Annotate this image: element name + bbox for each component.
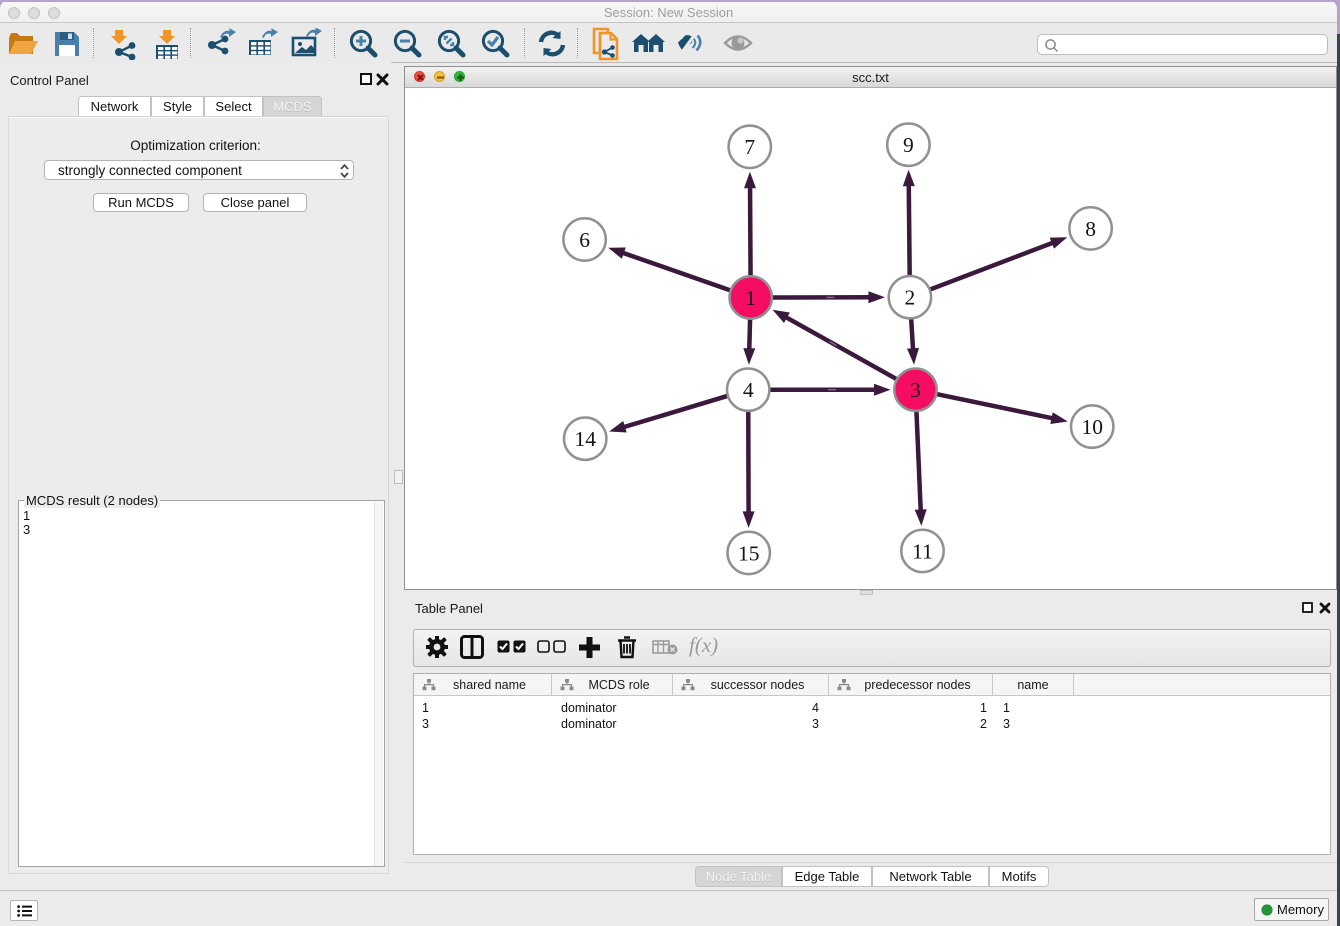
svg-text:6: 6 (579, 228, 590, 252)
svg-text:15: 15 (738, 541, 760, 565)
svg-text:3: 3 (910, 378, 921, 402)
svg-text:2: 2 (905, 286, 916, 310)
svg-text:10: 10 (1081, 415, 1103, 439)
svg-text:8: 8 (1085, 217, 1096, 241)
svg-text:7: 7 (744, 135, 755, 159)
svg-text:11: 11 (912, 539, 933, 563)
svg-text:14: 14 (574, 427, 596, 451)
svg-text:9: 9 (903, 133, 914, 157)
svg-text:4: 4 (743, 378, 754, 402)
svg-text:1: 1 (745, 286, 756, 310)
